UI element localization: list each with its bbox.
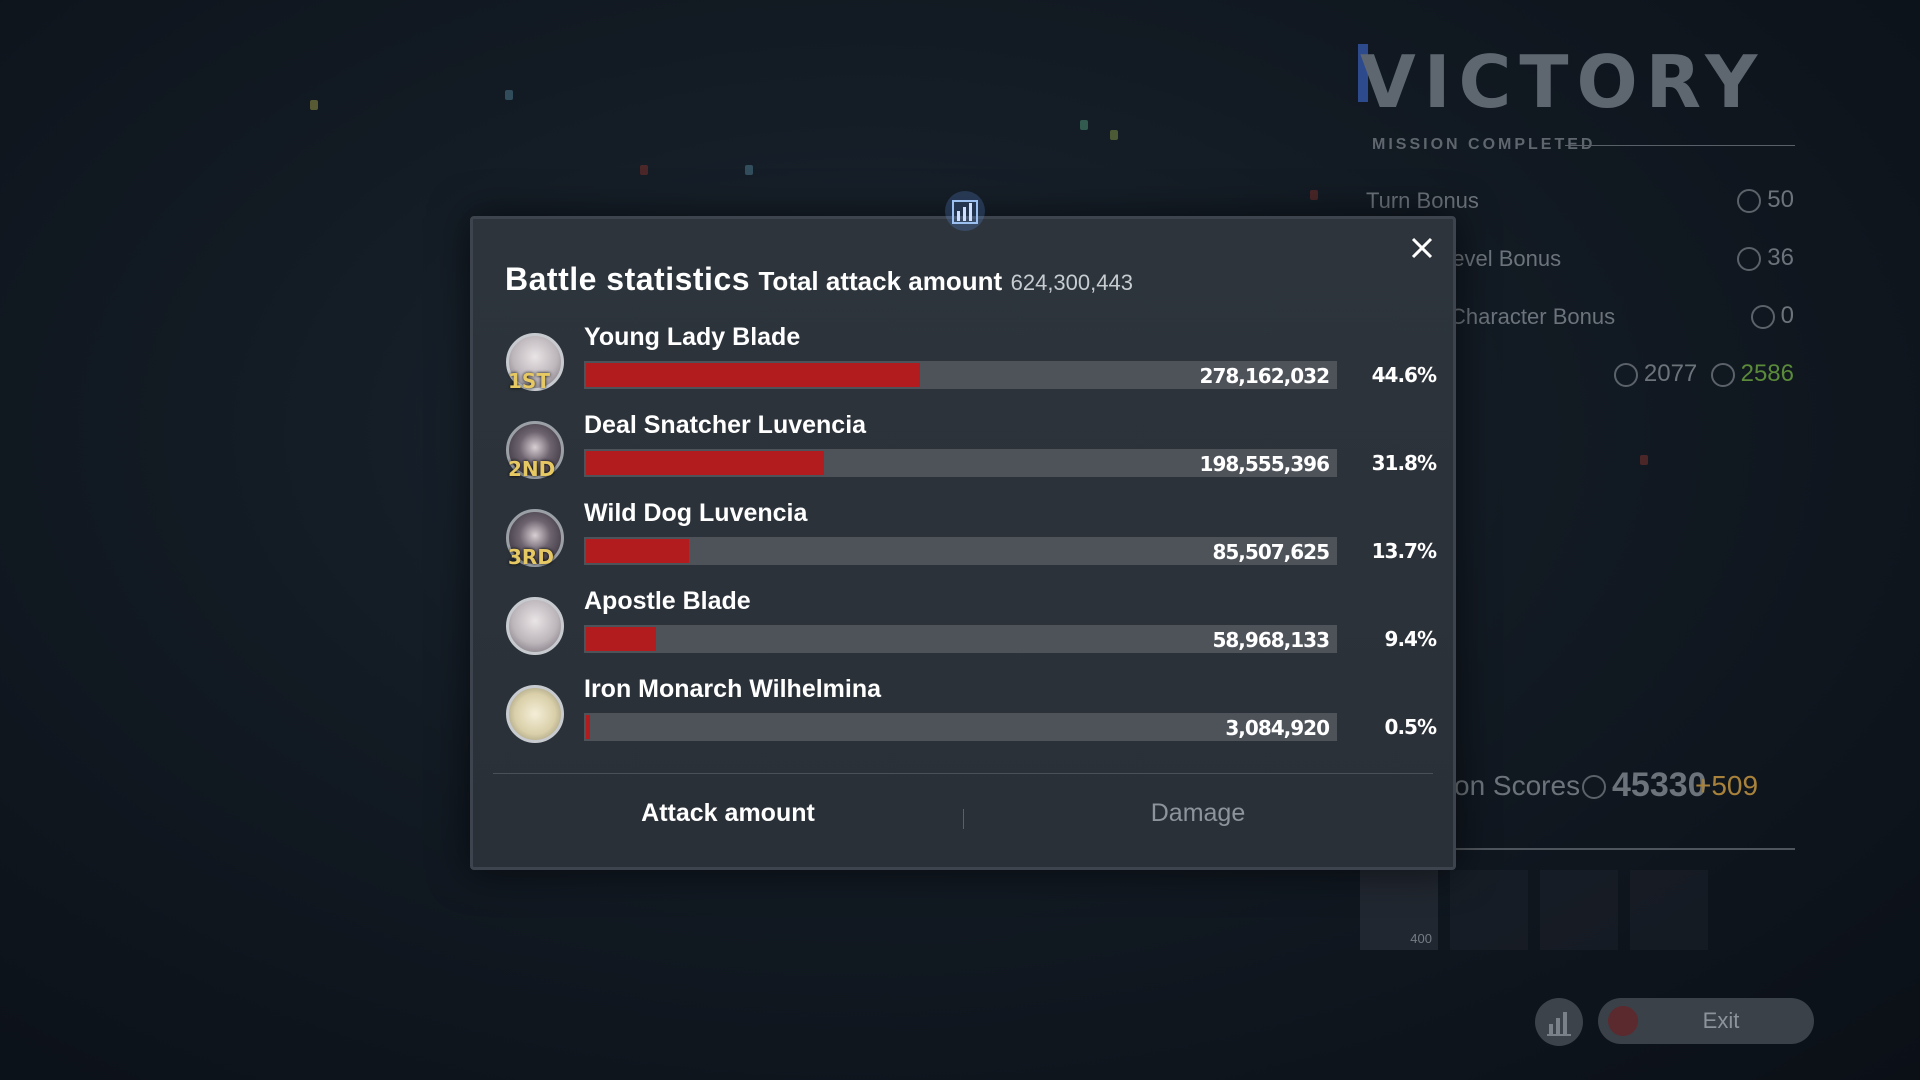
stat-row: 2ND Deal Snatcher Luvencia 198,555,396 3… <box>506 411 1437 499</box>
attack-percent: 44.6% <box>1371 363 1437 387</box>
stat-row: Iron Monarch Wilhelmina 3,084,920 0.5% <box>506 675 1437 763</box>
mission-completed-label: MISSION COMPLETED <box>1372 136 1596 153</box>
bonus-value: 36 <box>1737 244 1794 272</box>
total-attack-value: 624,300,443 <box>1010 270 1133 295</box>
medal-icon <box>1613 362 1638 387</box>
attack-value: 278,162,032 <box>1199 364 1330 388</box>
medal-icon <box>1737 188 1762 213</box>
final-total: 2586 <box>1740 360 1794 387</box>
bonus-label: Turn Bonus <box>1366 188 1479 213</box>
attack-percent: 0.5% <box>1384 715 1437 739</box>
bar-chart-icon <box>945 191 985 231</box>
attack-value: 58,968,133 <box>1212 628 1330 652</box>
attack-bar-fill <box>586 627 656 651</box>
stat-row: 1ST Young Lady Blade 278,162,032 44.6% <box>506 323 1437 411</box>
medal-icon <box>1737 246 1762 271</box>
confetti <box>310 100 318 110</box>
attack-bar-track: 3,084,920 <box>584 713 1337 741</box>
reward-count: 400 <box>1410 931 1432 946</box>
score-value: 45330 <box>1582 766 1707 805</box>
bonus-label: Character Bonus <box>1450 304 1616 329</box>
rank-badge: 1ST <box>508 369 550 393</box>
confetti <box>1080 120 1088 130</box>
character-avatar <box>506 685 564 743</box>
medal-icon <box>1710 362 1735 387</box>
bar-chart-icon <box>1547 1012 1571 1036</box>
confetti <box>505 90 513 100</box>
empty-slot <box>1630 870 1708 950</box>
tab-damage[interactable]: Damage <box>963 799 1433 828</box>
confetti <box>1640 455 1648 465</box>
battle-statistics-modal: Battle statistics Total attack amount 62… <box>470 191 1456 870</box>
attack-percent: 31.8% <box>1371 451 1437 475</box>
attack-bar-fill <box>586 539 689 563</box>
attack-bar-fill <box>586 363 920 387</box>
bonus-totals: 2077 2586 <box>1613 360 1794 388</box>
empty-slot <box>1450 870 1528 950</box>
confetti <box>640 165 648 175</box>
empty-slot <box>1540 870 1618 950</box>
confetti <box>1110 130 1118 140</box>
reward-slot[interactable]: 400 <box>1360 870 1438 950</box>
divider <box>1565 145 1795 146</box>
confetti <box>1310 190 1318 200</box>
bonus-value: 0 <box>1750 302 1794 330</box>
stats-button[interactable] <box>1535 998 1583 1046</box>
tab-attack-amount[interactable]: Attack amount <box>493 799 963 828</box>
exit-button[interactable]: Exit <box>1598 998 1814 1044</box>
character-name: Wild Dog Luvencia <box>584 499 808 527</box>
rank-badge: 3RD <box>508 545 554 569</box>
attack-value: 85,507,625 <box>1212 540 1330 564</box>
victory-title: VICTORY <box>1360 40 1766 124</box>
bonus-value: 50 <box>1737 186 1794 214</box>
attack-bar-track: 58,968,133 <box>584 625 1337 653</box>
attack-bar-track: 198,555,396 <box>584 449 1337 477</box>
attack-value: 198,555,396 <box>1199 452 1330 476</box>
character-name: Apostle Blade <box>584 587 751 615</box>
bonus-label: Level Bonus <box>1440 246 1562 271</box>
character-name: Young Lady Blade <box>584 323 801 351</box>
attack-bar-track: 85,507,625 <box>584 537 1337 565</box>
confetti <box>745 165 753 175</box>
attack-bar-fill <box>586 451 824 475</box>
character-name: Iron Monarch Wilhelmina <box>584 675 882 703</box>
stat-row: Apostle Blade 58,968,133 9.4% <box>506 587 1437 675</box>
medal-icon <box>1582 775 1606 800</box>
modal-title: Battle statistics <box>505 261 751 297</box>
attack-value: 3,084,920 <box>1225 716 1330 740</box>
character-avatar <box>506 597 564 655</box>
attack-percent: 13.7% <box>1371 539 1437 563</box>
score-label: son Scores <box>1440 770 1581 801</box>
medal-icon <box>1750 304 1775 329</box>
close-icon[interactable] <box>1405 231 1439 265</box>
exit-label: Exit <box>1702 1008 1740 1033</box>
modal-subtitle: Total attack amount <box>758 266 1003 296</box>
base-total: 2077 <box>1643 360 1698 387</box>
rank-badge: 2ND <box>508 457 556 481</box>
divider <box>493 773 1433 774</box>
character-name: Deal Snatcher Luvencia <box>584 411 867 439</box>
stat-row: 3RD Wild Dog Luvencia 85,507,625 13.7% <box>506 499 1437 587</box>
modal-header: Battle statistics Total attack amount 62… <box>505 261 1133 298</box>
attack-bar-track: 278,162,032 <box>584 361 1337 389</box>
attack-percent: 9.4% <box>1384 627 1437 651</box>
attack-bar-fill <box>586 715 590 739</box>
score-delta: +509 <box>1695 770 1759 801</box>
